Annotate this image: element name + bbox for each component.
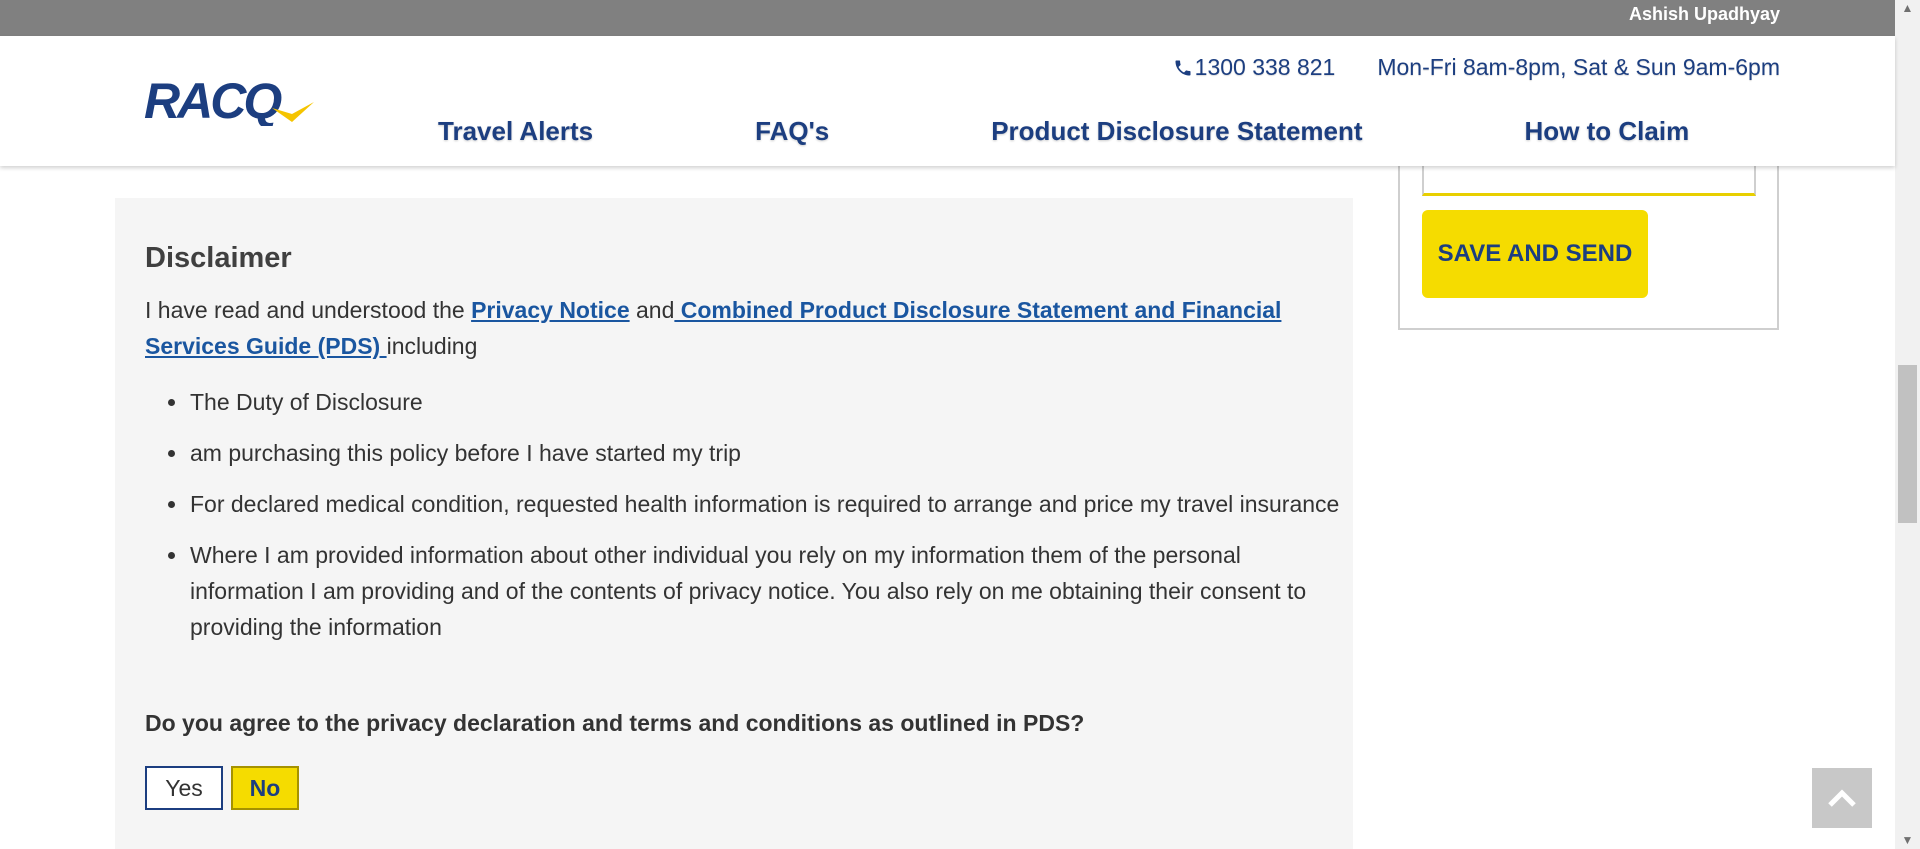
intro-and: and [629,297,675,323]
list-item: The Duty of Disclosure [168,384,1340,420]
scroll-down-arrow-icon[interactable]: ▼ [1895,832,1920,849]
phone-icon [1175,60,1191,75]
list-item: Where I am provided information about ot… [168,537,1340,645]
back-to-top-button[interactable] [1812,768,1872,828]
privacy-notice-link[interactable]: Privacy Notice [471,297,630,323]
yes-button[interactable]: Yes [145,766,223,810]
disclaimer-heading: Disclaimer [145,242,292,274]
no-button[interactable]: No [231,766,299,810]
main-nav: Travel Alerts FAQ's Product Disclosure S… [438,116,1689,147]
opening-hours: Mon-Fri 8am-8pm, Sat & Sun 9am-6pm [1377,54,1780,80]
nav-faqs[interactable]: FAQ's [755,116,829,147]
nav-how-to-claim[interactable]: How to Claim [1525,116,1690,147]
disclaimer-intro: I have read and understood the Privacy N… [145,292,1295,364]
disclaimer-panel: Disclaimer I have read and understood th… [115,198,1353,849]
list-item: For declared medical condition, requeste… [168,486,1340,522]
disclaimer-list: The Duty of Disclosure am purchasing thi… [145,384,1340,660]
save-and-send-button[interactable]: SAVE AND SEND [1422,210,1648,298]
list-item: am purchasing this policy before I have … [168,435,1340,471]
user-name[interactable]: Ashish Upadhyay [1629,4,1780,25]
chevron-up-icon [1828,789,1856,807]
intro-prefix: I have read and understood the [145,297,472,323]
top-bar: Ashish Upadhyay [0,0,1895,36]
phone-number[interactable]: 1300 338 821 [1195,54,1336,81]
nav-travel-alerts[interactable]: Travel Alerts [438,116,593,147]
site-header: RACQ 1300 338 821 Mon-Fri 8am-8pm, Sat &… [0,36,1895,166]
page-scrollbar[interactable]: ▲ ▼ [1895,0,1920,849]
intro-suffix: including [386,333,478,359]
agreement-question: Do you agree to the privacy declaration … [145,710,1085,736]
contact-info: 1300 338 821 Mon-Fri 8am-8pm, Sat & Sun … [1173,54,1780,81]
logo-text: RACQ [144,78,282,126]
racq-logo[interactable]: RACQ [144,78,314,126]
nav-product-disclosure-statement[interactable]: Product Disclosure Statement [991,116,1362,147]
scroll-thumb[interactable] [1898,365,1917,523]
scroll-up-arrow-icon[interactable]: ▲ [1895,0,1920,17]
